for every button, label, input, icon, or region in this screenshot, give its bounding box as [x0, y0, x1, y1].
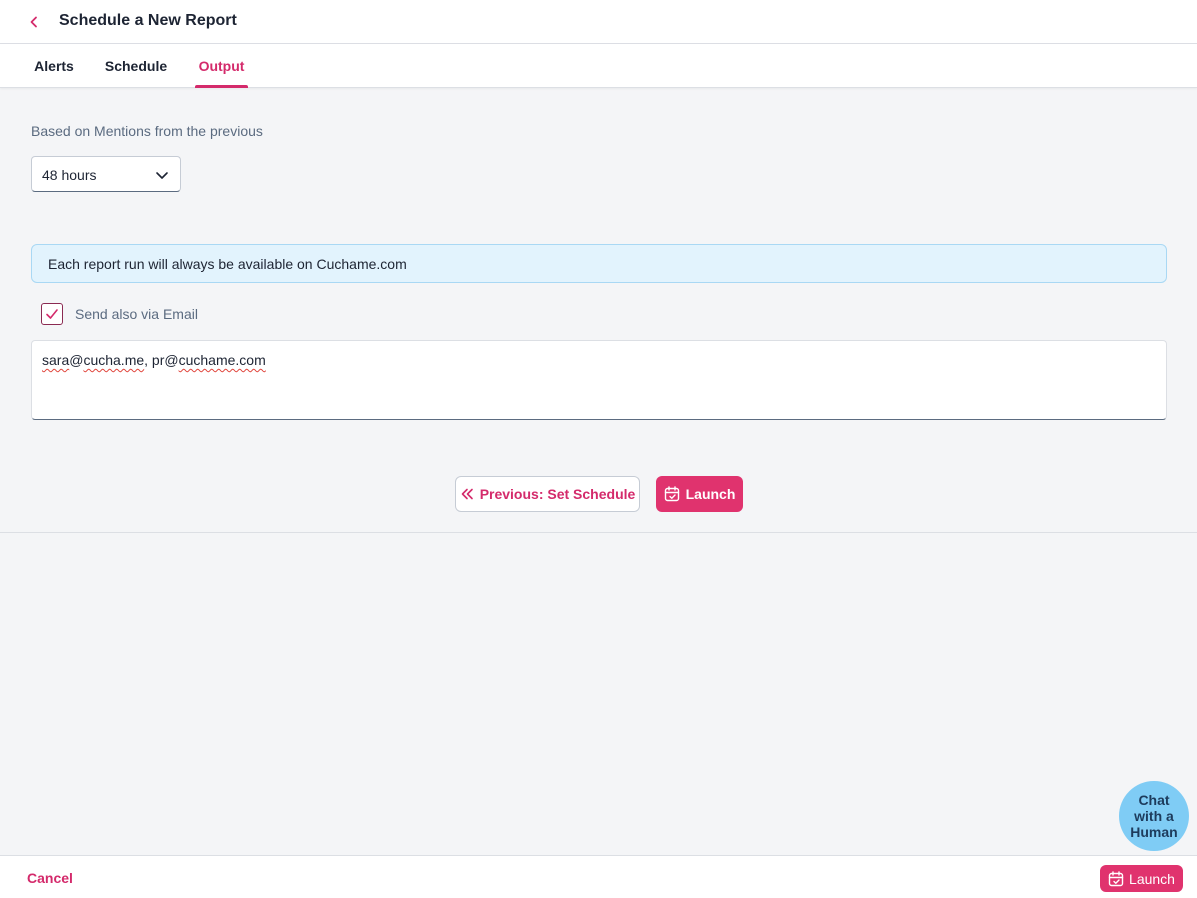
email-part-domain: cucha.me — [83, 352, 145, 368]
chat-with-human-button[interactable]: Chat with a Human — [1119, 781, 1189, 851]
email-part-separator: , pr@ — [144, 352, 179, 368]
email-checkbox[interactable] — [41, 303, 63, 325]
cancel-button[interactable]: Cancel — [27, 870, 73, 886]
calendar-check-icon — [664, 486, 679, 502]
email-part-at: @ — [69, 352, 84, 368]
previous-button-label: Previous: Set Schedule — [479, 486, 636, 502]
email-recipients-field[interactable]: sara@cucha.me, pr@cuchame.com — [31, 340, 1167, 420]
footer-launch-button[interactable]: Launch — [1100, 865, 1183, 892]
page-footer: Cancel Launch — [0, 855, 1197, 898]
tab-alerts[interactable]: Alerts — [34, 44, 74, 88]
period-select-value: 48 hours — [42, 167, 97, 183]
email-checkbox-label: Send also via Email — [75, 306, 198, 322]
page-header: Schedule a New Report — [0, 0, 1197, 44]
content-divider — [0, 532, 1197, 533]
tab-schedule[interactable]: Schedule — [104, 44, 168, 88]
email-part-user: sara — [42, 352, 70, 368]
launch-button[interactable]: Launch — [656, 476, 743, 512]
back-button[interactable] — [24, 12, 44, 32]
email-recipients-value: sara@cucha.me, pr@cuchame.com — [42, 352, 266, 368]
email-part-domain-2: cuchame.com — [178, 352, 266, 368]
chat-label: Chat with a Human — [1130, 792, 1178, 840]
footer-launch-label: Launch — [1129, 870, 1175, 887]
email-checkbox-row[interactable]: Send also via Email — [41, 303, 198, 325]
info-banner-text: Each report run will always be available… — [48, 256, 407, 272]
calendar-check-icon — [1108, 870, 1124, 886]
chevron-down-icon — [156, 172, 168, 179]
info-banner: Each report run will always be available… — [31, 244, 1167, 283]
launch-button-label: Launch — [685, 486, 736, 502]
page-title: Schedule a New Report — [59, 12, 237, 29]
period-select[interactable]: 48 hours — [31, 156, 181, 192]
tab-output[interactable]: Output — [195, 44, 248, 88]
check-icon — [46, 309, 58, 319]
period-label: Based on Mentions from the previous — [31, 123, 263, 139]
chevron-left-icon — [30, 16, 37, 28]
previous-set-schedule-button[interactable]: Previous: Set Schedule — [455, 476, 640, 512]
double-chevron-left-icon — [461, 488, 473, 500]
tab-bar: Alerts Schedule Output — [0, 44, 1197, 88]
